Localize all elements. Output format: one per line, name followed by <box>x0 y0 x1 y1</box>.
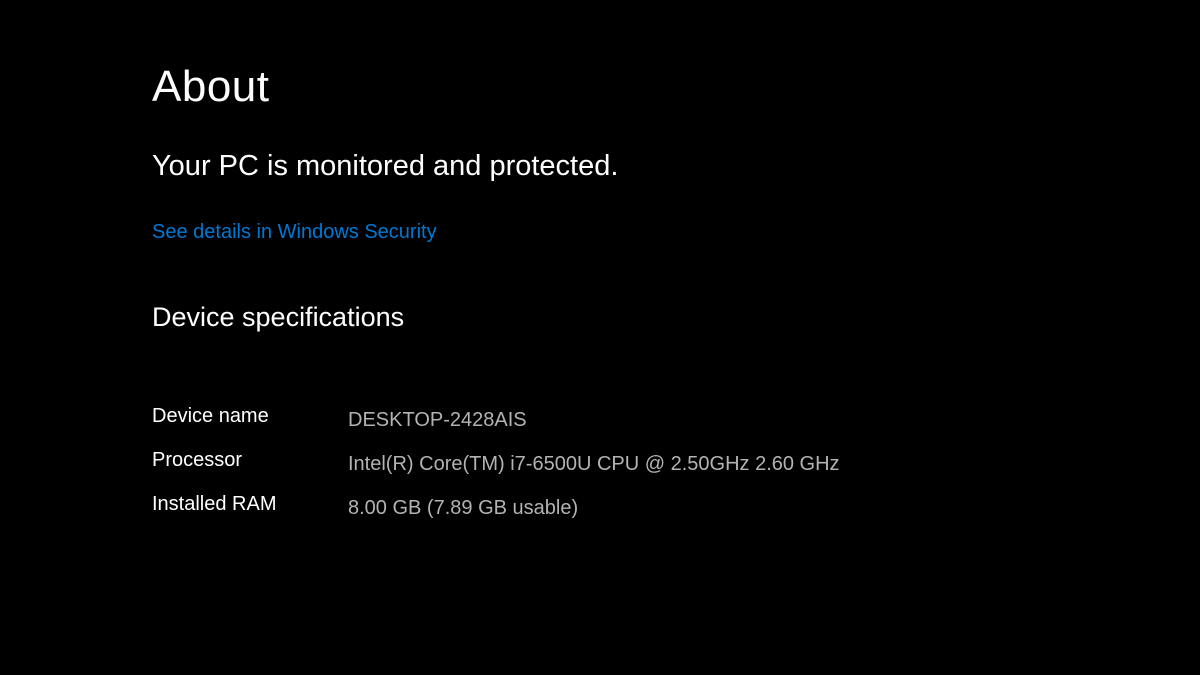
spec-value: Intel(R) Core(TM) i7-6500U CPU @ 2.50GHz… <box>348 449 840 479</box>
spec-row-installed-ram: Installed RAM 8.00 GB (7.89 GB usable) <box>152 493 1200 523</box>
protection-status-heading: Your PC is monitored and protected. <box>152 150 1200 183</box>
device-specs-table: Device name DESKTOP-2428AIS Processor In… <box>152 405 1200 523</box>
spec-value: DESKTOP-2428AIS <box>348 405 527 435</box>
page-title: About <box>152 62 1200 112</box>
about-page: About Your PC is monitored and protected… <box>0 0 1200 523</box>
spec-row-processor: Processor Intel(R) Core(TM) i7-6500U CPU… <box>152 449 1200 479</box>
device-specs-heading: Device specifications <box>152 302 1200 333</box>
spec-row-device-name: Device name DESKTOP-2428AIS <box>152 405 1200 435</box>
spec-label: Device name <box>152 405 348 428</box>
spec-label: Installed RAM <box>152 493 348 516</box>
spec-label: Processor <box>152 449 348 472</box>
spec-value: 8.00 GB (7.89 GB usable) <box>348 493 578 523</box>
windows-security-link[interactable]: See details in Windows Security <box>152 221 1200 244</box>
